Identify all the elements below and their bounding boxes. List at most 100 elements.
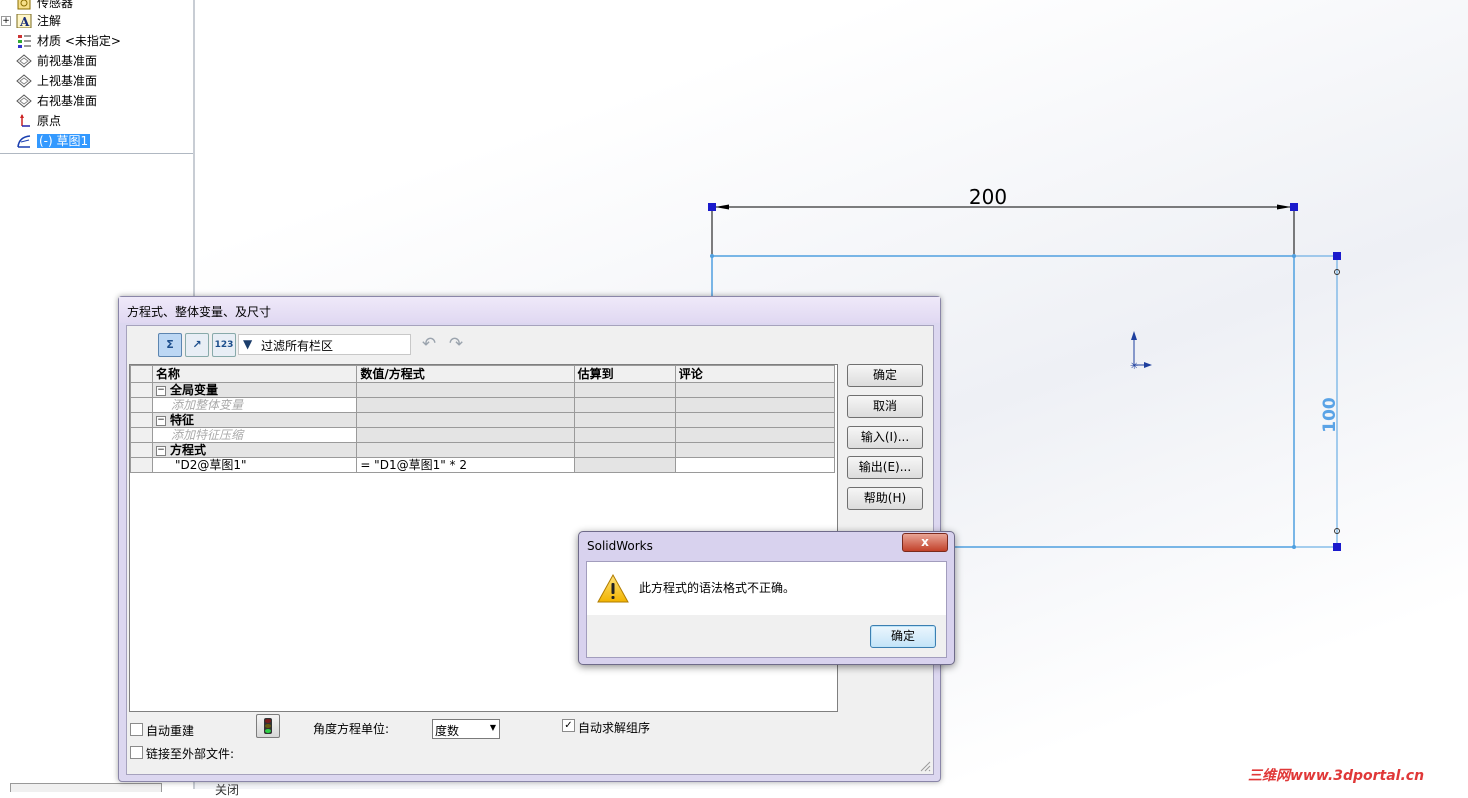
auto-rebuild-checkbox[interactable] — [130, 723, 143, 736]
origin-icon — [20, 114, 30, 127]
collapse-icon[interactable]: − — [156, 445, 167, 456]
row-header[interactable] — [129, 427, 154, 443]
column-header-evaluates[interactable]: 估算到 — [573, 365, 676, 383]
auto-solve-order-label: 自动求解组序 — [578, 721, 651, 735]
ok-button[interactable]: 确定 — [870, 625, 936, 648]
equation-value-cell[interactable]: = "D1@草图1" * 2 — [356, 457, 575, 473]
table-header-row: 名称 数值/方程式 估算到 评论 — [129, 365, 836, 383]
traffic-light-icon — [264, 718, 272, 734]
table-cell — [573, 397, 676, 413]
error-message-box: SolidWorks x 此方程式的语法格式不正确。 确定 — [578, 531, 955, 665]
svg-text:A: A — [19, 15, 30, 28]
dimension-handle[interactable] — [1333, 252, 1341, 260]
annotation-icon: A — [16, 14, 32, 28]
table-cell — [356, 382, 575, 398]
row-header[interactable] — [129, 397, 154, 413]
collapse-icon[interactable]: − — [156, 415, 167, 426]
auto-rebuild-label: 自动重建 — [146, 724, 195, 738]
ordered-view-button[interactable]: 123 — [212, 333, 236, 357]
material-icon — [18, 35, 31, 48]
sketch-point[interactable] — [710, 254, 714, 258]
row-header[interactable] — [129, 382, 154, 398]
dialog-title: 方程式、整体变量、及尺寸 — [127, 305, 272, 319]
undo-button[interactable]: ↶ — [418, 334, 440, 354]
filter-all-fields-input[interactable]: ▼ 过滤所有栏区 — [238, 334, 411, 355]
dimension-handle[interactable] — [708, 203, 716, 211]
redo-icon: ↷ — [448, 334, 464, 354]
section-title[interactable]: − 特征 — [152, 412, 358, 428]
column-header-value[interactable]: 数值/方程式 — [356, 365, 575, 383]
horizontal-dimension-value[interactable]: 200 — [969, 185, 1007, 209]
tree-item-label: (-) 草图1 — [37, 134, 91, 148]
error-message: 此方程式的语法格式不正确。 — [639, 581, 796, 595]
ok-button[interactable]: 确定 — [847, 364, 923, 387]
add-feature-suppression-cell[interactable]: 添加特征压缩 — [152, 427, 358, 443]
dimension-handle[interactable] — [1333, 543, 1341, 551]
dialog-titlebar[interactable]: 方程式、整体变量、及尺寸 — [119, 297, 940, 323]
tree-item-label: 注解 — [37, 14, 62, 28]
column-header-name[interactable]: 名称 — [152, 365, 358, 383]
row-header[interactable] — [129, 442, 154, 458]
dialog-titlebar[interactable]: SolidWorks x — [579, 532, 954, 560]
equation-view-button[interactable]: Σ — [158, 333, 182, 357]
table-cell — [356, 412, 575, 428]
sensor-icon — [17, 0, 31, 10]
ordered-view-icon: 123 — [214, 340, 234, 350]
message-area: 此方程式的语法格式不正确。 — [587, 562, 946, 615]
dialog-client-area: 此方程式的语法格式不正确。 确定 — [586, 561, 947, 658]
table-cell — [356, 397, 575, 413]
link-external-file-checkbox[interactable] — [130, 746, 143, 759]
collapse-icon[interactable]: − — [156, 385, 167, 396]
watermark-text: 三维网www.3dportal.cn — [1248, 768, 1425, 784]
section-row-global-variables: − 全局变量 — [129, 382, 836, 398]
expand-icon[interactable]: + — [1, 16, 11, 26]
sigma-icon: Σ — [166, 338, 174, 351]
filter-icon: ▼ — [243, 337, 253, 351]
sketch-equation-view-button[interactable]: ↗ — [185, 333, 209, 357]
table-cell — [674, 397, 836, 413]
add-row-global-variable: 添加整体变量 — [129, 397, 836, 413]
filter-text: 过滤所有栏区 — [261, 339, 334, 353]
help-button[interactable]: 帮助(H) — [847, 487, 923, 510]
tree-item-label: 右视基准面 — [37, 94, 98, 108]
row-header[interactable] — [129, 457, 154, 473]
table-cell — [356, 427, 575, 443]
redo-button[interactable]: ↷ — [445, 334, 467, 354]
tree-item-label: 上视基准面 — [37, 74, 98, 88]
table-cell — [674, 412, 836, 428]
resize-grip-icon[interactable] — [919, 760, 931, 772]
origin-arrow — [1144, 362, 1152, 368]
tree-item-label: 原点 — [37, 114, 62, 128]
tree-item-label: 材质 <未指定> — [37, 34, 121, 48]
green-lamp — [265, 729, 271, 733]
tree-divider — [0, 153, 193, 154]
plane-icon — [16, 74, 32, 88]
angle-unit-dropdown[interactable]: 度数 ▼ — [432, 719, 500, 739]
angle-unit-value: 度数 — [435, 724, 460, 738]
row-header[interactable] — [129, 412, 154, 428]
add-global-variable-cell[interactable]: 添加整体变量 — [152, 397, 358, 413]
warning-icon — [597, 574, 629, 603]
dimension-handle[interactable] — [1290, 203, 1298, 211]
link-external-file-label: 链接至外部文件: — [146, 747, 235, 761]
comment-cell[interactable] — [674, 457, 836, 473]
table-cell — [674, 442, 836, 458]
section-title[interactable]: − 全局变量 — [152, 382, 358, 398]
yellow-lamp — [265, 724, 271, 728]
table-cell — [573, 427, 676, 443]
vertical-dimension-value[interactable]: 100 — [1320, 397, 1340, 433]
rebuild-traffic-light-button[interactable] — [256, 714, 280, 738]
panel-tab[interactable] — [10, 783, 162, 792]
equation-name-cell[interactable]: "D2@草图1" — [152, 457, 358, 473]
close-button[interactable]: x — [902, 533, 948, 552]
import-button[interactable]: 输入(I)... — [847, 426, 923, 449]
table-cell — [573, 442, 676, 458]
cancel-button[interactable]: 取消 — [847, 395, 923, 418]
table-cell — [573, 382, 676, 398]
column-header-comment[interactable]: 评论 — [674, 365, 836, 383]
auto-solve-order-checkbox[interactable]: ✓ — [562, 719, 575, 732]
table-cell — [674, 427, 836, 443]
partial-bottom-label: 关闭 — [215, 783, 240, 797]
export-button[interactable]: 输出(E)... — [847, 456, 923, 479]
section-title[interactable]: − 方程式 — [152, 442, 358, 458]
